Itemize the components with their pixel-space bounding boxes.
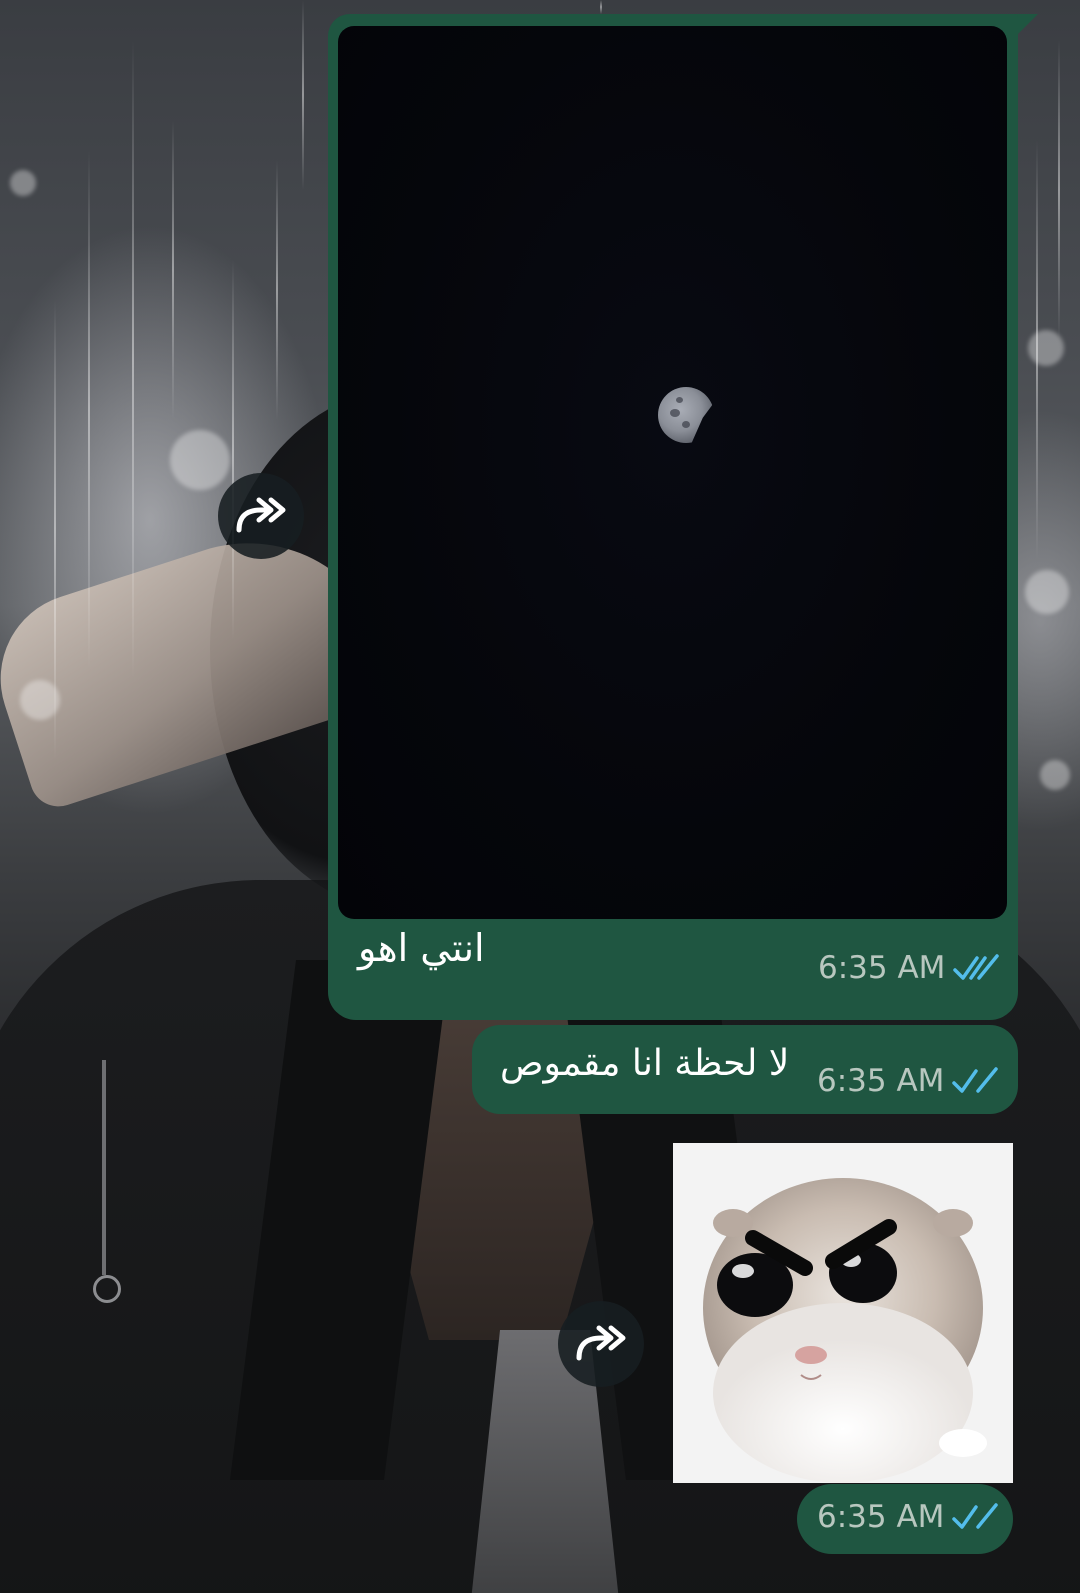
message-meta: 6:35 AM: [817, 1499, 999, 1535]
wallpaper-string: [102, 1060, 106, 1275]
double-check-icon: [953, 954, 1000, 980]
sticker-time-badge: 6:35 AM: [797, 1484, 1013, 1554]
double-check-icon: [952, 1067, 999, 1093]
rain-streak: [276, 160, 278, 420]
rain-streak: [1058, 40, 1060, 340]
message-time: 6:35 AM: [817, 1063, 945, 1099]
wallpaper-button: [93, 1275, 121, 1303]
hamster-sticker[interactable]: [673, 1143, 1013, 1483]
moon-crater: [670, 409, 680, 417]
message-meta: 6:35 AM: [818, 950, 1000, 986]
forward-button[interactable]: [558, 1301, 644, 1387]
moon-crater: [682, 421, 690, 428]
moon-image: [658, 387, 714, 443]
message-text: لا لحظة انا مقموص: [500, 1043, 790, 1084]
bokeh-light: [20, 680, 60, 720]
forward-button[interactable]: [218, 473, 304, 559]
bokeh-light: [1028, 330, 1064, 366]
outgoing-image-message[interactable]: انتي اهو 6:35 AM: [328, 14, 1018, 1020]
rain-streak: [132, 40, 134, 680]
double-check-icon: [952, 1503, 999, 1529]
rain-streak: [172, 120, 174, 420]
bokeh-light: [1025, 570, 1069, 614]
rain-streak: [88, 150, 90, 670]
message-time: 6:35 AM: [817, 1499, 945, 1535]
rain-streak: [232, 260, 234, 640]
chat-screen: انتي اهو 6:35 AM لا لحظة انا مقموص 6:35 …: [0, 0, 1080, 1593]
rain-streak: [600, 0, 602, 14]
message-photo[interactable]: [338, 26, 1007, 919]
forward-icon: [236, 497, 286, 533]
message-time: 6:35 AM: [818, 950, 946, 986]
bokeh-light: [170, 430, 230, 490]
forward-icon: [576, 1325, 626, 1361]
bokeh-light: [10, 170, 36, 196]
bokeh-light: [1040, 760, 1070, 790]
message-caption: انتي اهو: [358, 926, 485, 970]
message-meta: 6:35 AM: [817, 1063, 999, 1099]
hamster-icon: [673, 1143, 1013, 1483]
rain-streak: [302, 0, 304, 190]
moon-crater: [676, 397, 683, 403]
outgoing-text-message[interactable]: لا لحظة انا مقموص 6:35 AM: [472, 1025, 1018, 1114]
